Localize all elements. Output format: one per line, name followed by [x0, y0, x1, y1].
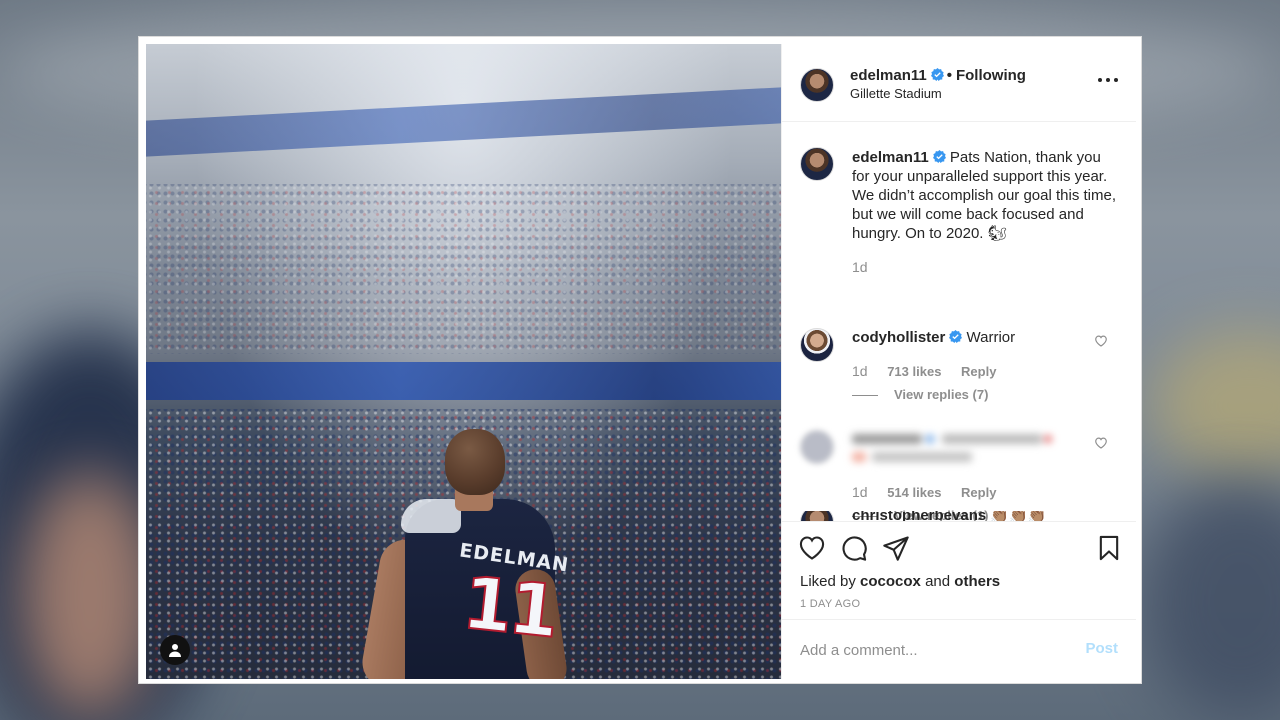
liked-by-prefix: Liked by — [800, 573, 856, 590]
caption-time: 1d — [852, 259, 868, 275]
view-replies-label: View replies (7) — [894, 387, 989, 402]
save-bookmark-icon[interactable] — [1095, 534, 1123, 562]
crowd-upper — [146, 184, 781, 354]
post-actions: Liked by cococox and others 1 DAY AGO — [782, 521, 1136, 619]
caption-avatar[interactable] — [800, 147, 834, 181]
add-comment-input[interactable] — [800, 639, 1070, 661]
liked-by-user-link[interactable]: cococox — [860, 573, 921, 590]
post-side-panel: edelman11 • Following Gillette Stadium ede… — [781, 44, 1136, 679]
more-options-icon[interactable] — [1098, 74, 1118, 86]
liked-by-and: and — [925, 573, 951, 590]
blurred-commenter-avatar[interactable] — [800, 430, 834, 464]
following-button[interactable]: Following — [956, 67, 1026, 84]
liked-by-others-link[interactable]: others — [954, 573, 1000, 590]
post-comment-button[interactable]: Post — [1085, 640, 1118, 657]
share-send-icon[interactable] — [882, 534, 910, 562]
commenter-username[interactable]: christopherbevans — [852, 511, 986, 521]
like-heart-icon[interactable] — [798, 534, 826, 562]
player-figure: EDELMAN 11 — [358, 429, 571, 679]
liked-by-summary: Liked by cococox and others — [800, 573, 1000, 590]
verified-badge-icon — [930, 68, 944, 81]
commenter-username[interactable]: codyhollister — [852, 329, 945, 346]
separator-dot: • — [946, 67, 952, 84]
post-location[interactable]: Gillette Stadium — [850, 86, 942, 101]
caption-username[interactable]: edelman11 — [852, 149, 929, 166]
comment-text: Warrior — [966, 329, 1016, 346]
comment-time: 1d — [852, 363, 868, 379]
partial-comment-item: christopherbevans 👏🏽👏🏽👏🏽 — [782, 511, 1136, 521]
verified-badge-icon — [949, 330, 963, 343]
comment-likes[interactable]: 514 likes — [887, 485, 941, 500]
comment-text: 👏🏽👏🏽👏🏽 — [990, 511, 1047, 521]
post-age[interactable]: 1 DAY AGO — [800, 598, 860, 610]
comment-likes[interactable]: 713 likes — [887, 364, 941, 379]
comment-like-heart-icon[interactable] — [1094, 334, 1108, 347]
stadium-banner-upper — [146, 87, 781, 157]
redacted-comment-bar — [852, 434, 1052, 462]
add-comment-bar: Post — [782, 619, 1136, 679]
reply-button[interactable]: Reply — [961, 364, 996, 379]
verified-badge-icon — [932, 150, 946, 163]
comment-like-heart-icon[interactable] — [1094, 436, 1108, 449]
jersey-number: 11 — [458, 559, 560, 654]
author-username[interactable]: edelman11 — [850, 67, 927, 84]
instagram-post-card: EDELMAN 11 edelman11 • Following Gillette … — [138, 36, 1142, 684]
stadium-banner-lower — [146, 362, 781, 400]
blurred-comment-content — [852, 430, 1092, 471]
comment-time: 1d — [852, 484, 868, 500]
post-header: edelman11 • Following Gillette Stadium — [782, 44, 1136, 122]
comments-section[interactable]: edelman11 Pats Nation, thank you for you… — [782, 123, 1136, 521]
commenter-avatar[interactable] — [800, 328, 834, 362]
view-replies-button[interactable]: View replies (7) — [852, 387, 988, 402]
comment-bubble-icon[interactable] — [840, 534, 868, 562]
user-tag-icon[interactable] — [160, 635, 190, 665]
commenter-avatar[interactable] — [800, 511, 834, 521]
author-avatar[interactable] — [800, 68, 834, 102]
post-photo[interactable]: EDELMAN 11 — [146, 44, 781, 679]
reply-button[interactable]: Reply — [961, 485, 996, 500]
